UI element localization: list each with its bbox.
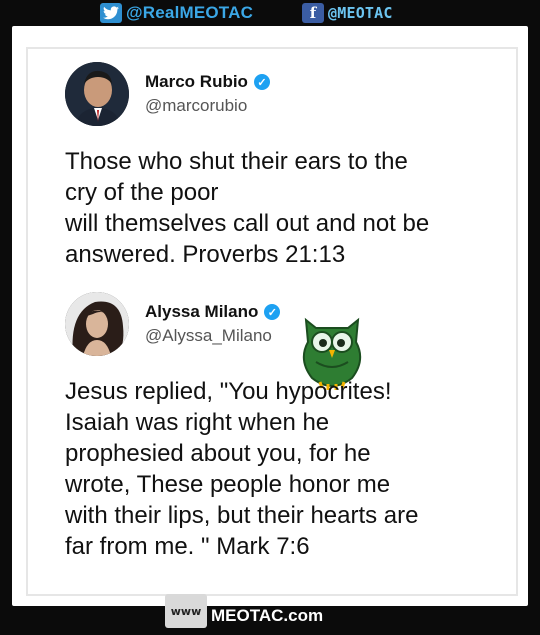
facebook-handle: @MEOTAC bbox=[328, 4, 393, 22]
avatar[interactable] bbox=[65, 62, 129, 126]
tweet1-text: Those who shut their ears to the cry of … bbox=[65, 146, 505, 270]
twitter-link[interactable]: @RealMEOTAC bbox=[100, 3, 253, 23]
site-brand: MEOTAC.com bbox=[211, 606, 324, 625]
tweet-line: prophesied about you, for he bbox=[65, 440, 371, 467]
facebook-f-icon: f bbox=[302, 3, 324, 23]
tweet-line: will themselves call out and not be bbox=[65, 210, 430, 237]
facebook-link[interactable]: f @MEOTAC bbox=[302, 3, 393, 23]
twitter-handle: @RealMEOTAC bbox=[126, 3, 254, 22]
tweet2-header: Alyssa Milano ✓ @Alyssa_Milano bbox=[65, 292, 281, 356]
tweet-line: cry of the poor bbox=[65, 179, 219, 206]
verified-badge-icon: ✓ bbox=[264, 304, 281, 320]
verified-badge-icon: ✓ bbox=[253, 74, 270, 90]
tweet-line: far from me. " Mark 7:6 bbox=[65, 533, 310, 560]
tweet-line: wrote, These people honor me bbox=[65, 471, 391, 498]
avatar[interactable] bbox=[65, 292, 129, 356]
tweet-line: Jesus replied, "You hypocrites! bbox=[65, 378, 392, 405]
tweet-line: Isaiah was right when he bbox=[65, 409, 330, 436]
www-badge-icon: www bbox=[165, 594, 207, 628]
tweet-line: with their lips, but their hearts are bbox=[65, 502, 419, 529]
tweet-line: answered. Proverbs 21:13 bbox=[65, 241, 346, 268]
author-name[interactable]: Marco Rubio bbox=[145, 72, 248, 92]
twitter-bird-icon bbox=[100, 3, 122, 23]
tweet1-header: Marco Rubio ✓ @marcorubio bbox=[65, 62, 270, 126]
author-handle[interactable]: @marcorubio bbox=[145, 96, 270, 116]
tweet-line: Those who shut their ears to the bbox=[65, 148, 408, 175]
author-name[interactable]: Alyssa Milano bbox=[145, 302, 258, 322]
site-logo[interactable]: www MEOTAC.com bbox=[165, 594, 323, 628]
author-handle[interactable]: @Alyssa_Milano bbox=[145, 326, 280, 346]
social-header: @RealMEOTAC f @MEOTAC bbox=[0, 0, 540, 28]
tweet2-text: Jesus replied, "You hypocrites! Isaiah w… bbox=[65, 376, 505, 562]
